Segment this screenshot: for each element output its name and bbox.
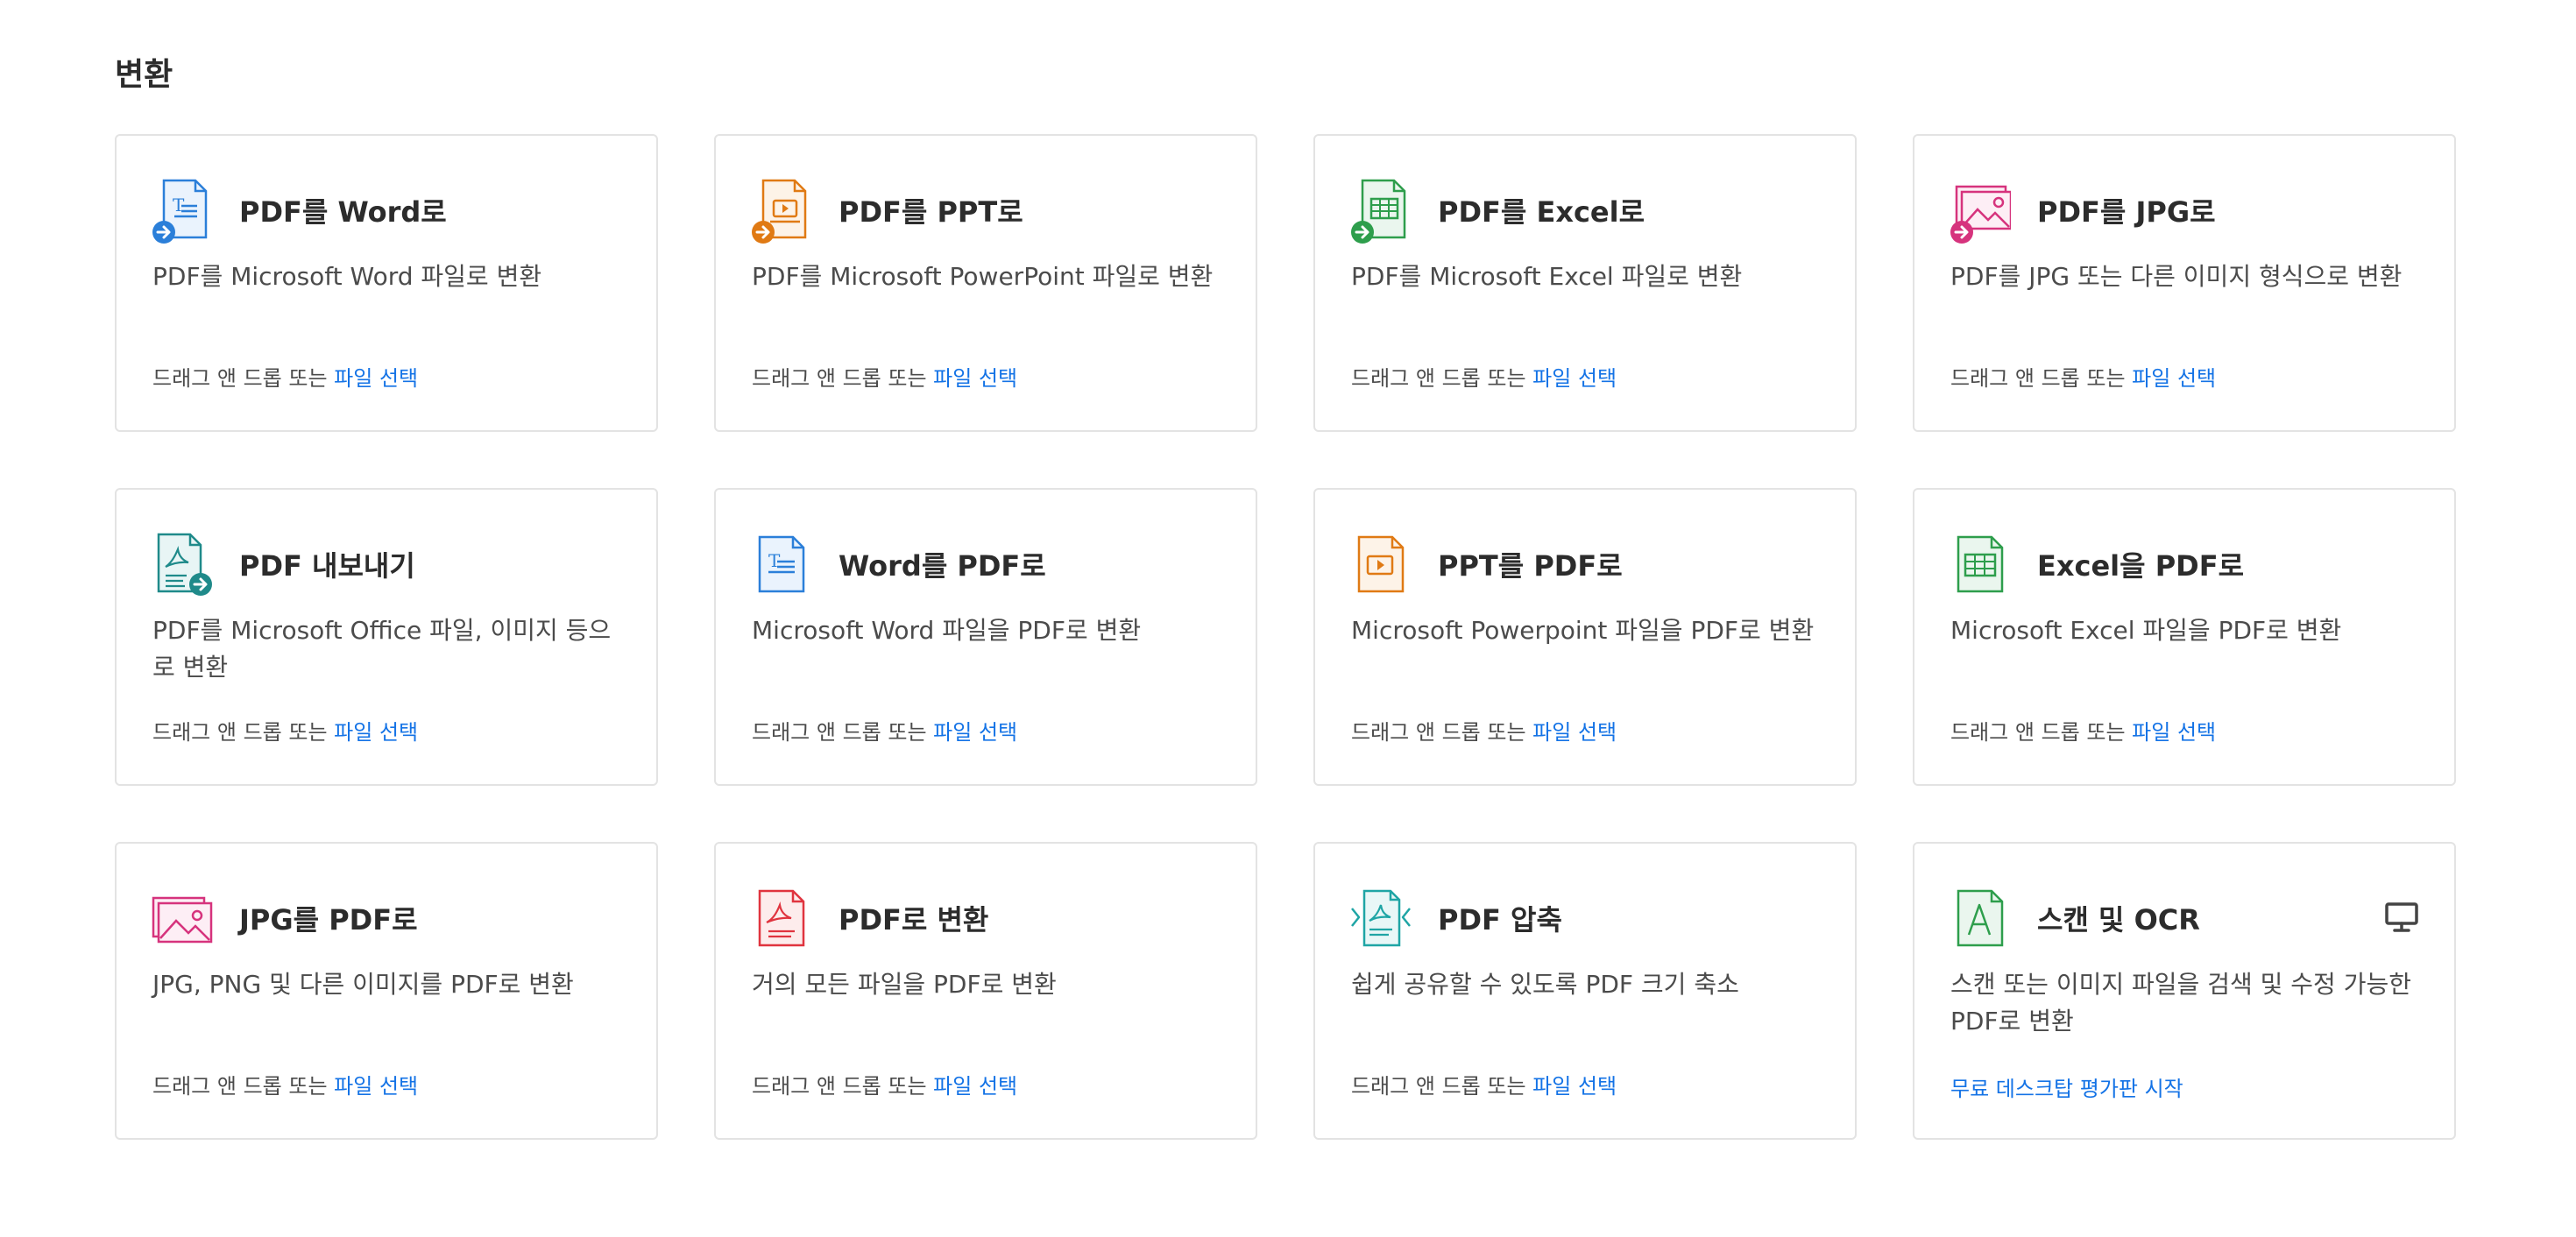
drop-zone-text: 드래그 앤 드롭 또는 파일 선택 bbox=[1950, 715, 2216, 746]
card-title: Word를 PDF로 bbox=[839, 549, 1046, 583]
card-description: Microsoft Powerpoint 파일을 PDF로 변환 bbox=[1351, 616, 1815, 645]
card-description: PDF를 Microsoft Office 파일, 이미지 등으로 변환 bbox=[152, 616, 612, 682]
convert-page: 변환 T PDF를 Word로 PDF를 Microsoft Word 파일로 … bbox=[0, 0, 2576, 1237]
drop-zone-text: 드래그 앤 드롭 또는 파일 선택 bbox=[752, 715, 1017, 746]
card-title: PPT를 PDF로 bbox=[1438, 549, 1623, 583]
card-title: 스캔 및 OCR bbox=[2037, 903, 2200, 937]
create-pdf-icon bbox=[751, 886, 812, 952]
select-file-link[interactable]: 파일 선택 bbox=[1532, 1074, 1617, 1099]
tool-grid: T PDF를 Word로 PDF를 Microsoft Word 파일로 변환 … bbox=[115, 134, 2456, 1140]
pdf-to-word-icon: T bbox=[152, 178, 213, 244]
card-title: PDF를 Word로 bbox=[239, 195, 447, 229]
scan-ocr-icon bbox=[1950, 886, 2011, 952]
pdf-to-ppt-icon bbox=[751, 178, 812, 244]
card-description: PDF를 Microsoft PowerPoint 파일로 변환 bbox=[752, 262, 1214, 291]
select-file-link[interactable]: 파일 선택 bbox=[334, 1074, 418, 1099]
card-title: PDF를 JPG로 bbox=[2037, 195, 2216, 229]
drag-drop-label: 드래그 앤 드롭 또는 bbox=[752, 1074, 934, 1099]
pdf-to-excel-icon bbox=[1350, 178, 1412, 244]
card-title: PDF를 PPT로 bbox=[839, 195, 1023, 229]
drop-zone-text: 드래그 앤 드롭 또는 파일 선택 bbox=[1351, 1069, 1617, 1099]
card-description: PDF를 Microsoft Word 파일로 변환 bbox=[152, 262, 542, 291]
select-file-link[interactable]: 파일 선택 bbox=[1532, 720, 1617, 745]
excel-to-pdf-icon bbox=[1950, 532, 2011, 598]
card-jpg-to-pdf[interactable]: JPG를 PDF로 JPG, PNG 및 다른 이미지를 PDF로 변환 드래그… bbox=[115, 842, 658, 1140]
drop-zone-text: 드래그 앤 드롭 또는 파일 선택 bbox=[1351, 715, 1617, 746]
card-pdf-to-word[interactable]: T PDF를 Word로 PDF를 Microsoft Word 파일로 변환 … bbox=[115, 134, 658, 432]
card-excel-to-pdf[interactable]: Excel을 PDF로 Microsoft Excel 파일을 PDF로 변환 … bbox=[1913, 488, 2456, 786]
word-to-pdf-icon: T bbox=[751, 532, 812, 598]
card-title: Excel을 PDF로 bbox=[2037, 549, 2245, 583]
compress-pdf-icon bbox=[1350, 886, 1412, 952]
card-ppt-to-pdf[interactable]: PPT를 PDF로 Microsoft Powerpoint 파일을 PDF로 … bbox=[1313, 488, 1857, 786]
drag-drop-label: 드래그 앤 드롭 또는 bbox=[1950, 366, 2133, 391]
card-word-to-pdf[interactable]: T Word를 PDF로 Microsoft Word 파일을 PDF로 변환 … bbox=[714, 488, 1257, 786]
card-description: 거의 모든 파일을 PDF로 변환 bbox=[752, 970, 1057, 999]
select-file-link[interactable]: 파일 선택 bbox=[2132, 366, 2216, 391]
card-pdf-to-jpg[interactable]: PDF를 JPG로 PDF를 JPG 또는 다른 이미지 형식으로 변환 드래그… bbox=[1913, 134, 2456, 432]
card-description: JPG, PNG 및 다른 이미지를 PDF로 변환 bbox=[152, 970, 574, 999]
drop-zone-text: 드래그 앤 드롭 또는 파일 선택 bbox=[752, 361, 1017, 392]
card-title: PDF를 Excel로 bbox=[1438, 195, 1645, 229]
desktop-icon bbox=[2384, 901, 2419, 933]
select-file-link[interactable]: 파일 선택 bbox=[933, 366, 1017, 391]
card-title: PDF로 변환 bbox=[839, 903, 989, 937]
card-description: PDF를 JPG 또는 다른 이미지 형식으로 변환 bbox=[1950, 262, 2403, 291]
drop-zone-text: 드래그 앤 드롭 또는 파일 선택 bbox=[152, 361, 418, 392]
export-pdf-icon bbox=[152, 532, 213, 598]
drag-drop-label: 드래그 앤 드롭 또는 bbox=[1351, 1074, 1533, 1099]
drag-drop-label: 드래그 앤 드롭 또는 bbox=[152, 366, 335, 391]
card-title: PDF 내보내기 bbox=[239, 549, 415, 583]
drop-zone-text: 드래그 앤 드롭 또는 파일 선택 bbox=[752, 1069, 1017, 1099]
drag-drop-label: 드래그 앤 드롭 또는 bbox=[152, 1074, 335, 1099]
card-description: 스캔 또는 이미지 파일을 검색 및 수정 가능한 PDF로 변환 bbox=[1950, 970, 2411, 1036]
drag-drop-label: 드래그 앤 드롭 또는 bbox=[1351, 366, 1533, 391]
select-file-link[interactable]: 파일 선택 bbox=[2132, 720, 2216, 745]
card-description: Microsoft Word 파일을 PDF로 변환 bbox=[752, 616, 1142, 645]
card-export-pdf[interactable]: PDF 내보내기 PDF를 Microsoft Office 파일, 이미지 등… bbox=[115, 488, 658, 786]
jpg-to-pdf-icon bbox=[152, 886, 213, 952]
pdf-to-jpg-icon bbox=[1950, 178, 2011, 244]
drag-drop-label: 드래그 앤 드롭 또는 bbox=[1950, 720, 2133, 745]
card-create-pdf[interactable]: PDF로 변환 거의 모든 파일을 PDF로 변환 드래그 앤 드롭 또는 파일… bbox=[714, 842, 1257, 1140]
drop-zone-text: 드래그 앤 드롭 또는 파일 선택 bbox=[1950, 361, 2216, 392]
drag-drop-label: 드래그 앤 드롭 또는 bbox=[752, 366, 934, 391]
card-description: 쉽게 공유할 수 있도록 PDF 크기 축소 bbox=[1351, 970, 1739, 999]
select-file-link[interactable]: 파일 선택 bbox=[933, 1074, 1017, 1099]
drag-drop-label: 드래그 앤 드롭 또는 bbox=[752, 720, 934, 745]
card-description: Microsoft Excel 파일을 PDF로 변환 bbox=[1950, 616, 2342, 645]
select-file-link[interactable]: 파일 선택 bbox=[334, 720, 418, 745]
select-file-link[interactable]: 파일 선택 bbox=[334, 366, 418, 391]
card-pdf-to-ppt[interactable]: PDF를 PPT로 PDF를 Microsoft PowerPoint 파일로 … bbox=[714, 134, 1257, 432]
select-file-link[interactable]: 파일 선택 bbox=[933, 720, 1017, 745]
card-scan-ocr[interactable]: 스캔 및 OCR 스캔 또는 이미지 파일을 검색 및 수정 가능한 PDF로 … bbox=[1913, 842, 2456, 1140]
section-title: 변환 bbox=[115, 57, 173, 93]
desktop-trial-link[interactable]: 무료 데스크탑 평가판 시작 bbox=[1950, 1071, 2183, 1102]
card-pdf-to-excel[interactable]: PDF를 Excel로 PDF를 Microsoft Excel 파일로 변환 … bbox=[1313, 134, 1857, 432]
select-file-link[interactable]: 파일 선택 bbox=[1532, 366, 1617, 391]
drag-drop-label: 드래그 앤 드롭 또는 bbox=[152, 720, 335, 745]
drag-drop-label: 드래그 앤 드롭 또는 bbox=[1351, 720, 1533, 745]
card-title: JPG를 PDF로 bbox=[239, 903, 418, 937]
drop-zone-text: 드래그 앤 드롭 또는 파일 선택 bbox=[1351, 361, 1617, 392]
card-compress-pdf[interactable]: PDF 압축 쉽게 공유할 수 있도록 PDF 크기 축소 드래그 앤 드롭 또… bbox=[1313, 842, 1857, 1140]
drop-zone-text: 드래그 앤 드롭 또는 파일 선택 bbox=[152, 1069, 418, 1099]
ppt-to-pdf-icon bbox=[1350, 532, 1412, 598]
card-title: PDF 압축 bbox=[1438, 903, 1562, 937]
card-description: PDF를 Microsoft Excel 파일로 변환 bbox=[1351, 262, 1743, 291]
drop-zone-text: 드래그 앤 드롭 또는 파일 선택 bbox=[152, 715, 418, 746]
